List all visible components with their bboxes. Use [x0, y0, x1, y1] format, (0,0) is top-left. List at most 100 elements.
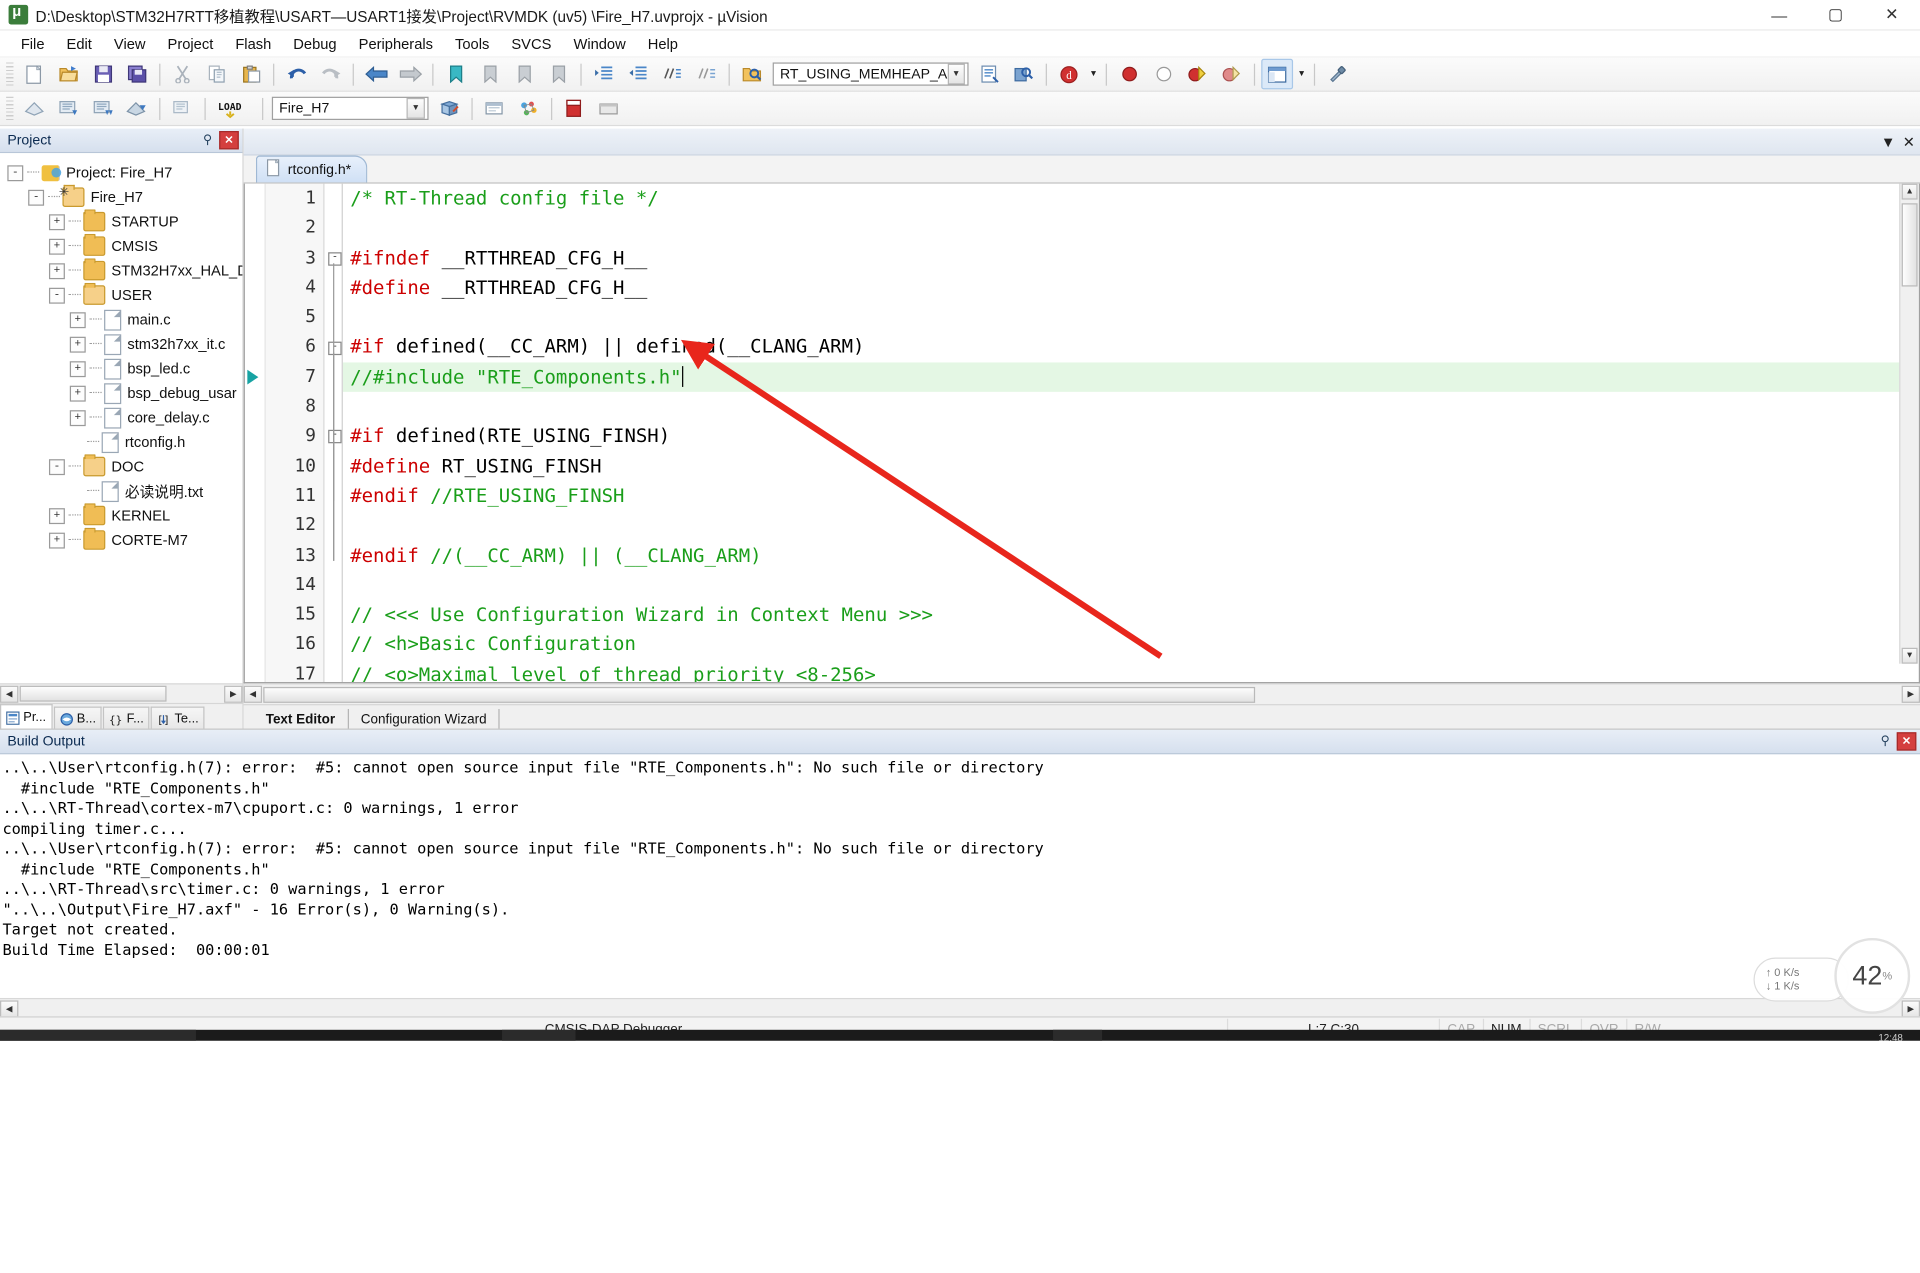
tree-item[interactable]: - DOC: [7, 454, 242, 478]
tree-item[interactable]: 必读说明.txt: [7, 479, 242, 503]
menu-file[interactable]: File: [10, 32, 56, 54]
bookmark-prev-icon[interactable]: [474, 59, 506, 90]
build-icon[interactable]: [53, 93, 85, 124]
code-line[interactable]: #define __RTTHREAD_CFG_H__: [343, 273, 1919, 303]
tree-expander[interactable]: +: [69, 385, 86, 402]
close-editor-icon[interactable]: ✕: [1903, 133, 1915, 150]
navigate-back-icon[interactable]: [360, 59, 392, 90]
menu-peripherals[interactable]: Peripherals: [348, 32, 444, 54]
code-folding-gutter[interactable]: - - -: [324, 183, 343, 683]
manage-run-env-icon[interactable]: [558, 93, 590, 124]
sidebar-tab-functions[interactable]: {} F...: [103, 706, 150, 730]
scroll-left-icon[interactable]: ◀: [0, 685, 19, 703]
chevron-down-icon[interactable]: ▼: [947, 63, 965, 85]
tree-expander[interactable]: -: [28, 189, 45, 206]
tree-expander[interactable]: +: [69, 336, 86, 353]
editor-scroll-right-icon[interactable]: ▶: [1901, 685, 1920, 703]
close-icon[interactable]: ✕: [219, 131, 239, 150]
uncomment-icon[interactable]: [691, 59, 723, 90]
undo-icon[interactable]: [280, 59, 312, 90]
cpu-usage-dial[interactable]: 42%: [1834, 937, 1911, 1014]
code-line[interactable]: #if defined(RTE_USING_FINSH): [343, 422, 1919, 452]
pack-installer-icon[interactable]: [513, 93, 545, 124]
sidebar-tab-templates[interactable]: [] Te...: [151, 706, 205, 730]
menu-edit[interactable]: Edit: [56, 32, 103, 54]
paste-icon[interactable]: [235, 59, 267, 90]
code-line[interactable]: [343, 570, 1919, 600]
navigate-forward-icon[interactable]: [394, 59, 426, 90]
code-line[interactable]: // <o>Maximal level of thread priority <…: [343, 660, 1919, 682]
fold-collapse-icon[interactable]: -: [328, 341, 342, 355]
build-scroll-left-icon[interactable]: ◀: [0, 999, 19, 1017]
editor-scroll-left-icon[interactable]: ◀: [243, 685, 263, 703]
project-hscroll-thumb[interactable]: [19, 685, 167, 702]
tree-expander[interactable]: +: [48, 238, 65, 255]
translate-icon[interactable]: [18, 93, 50, 124]
fold-collapse-icon[interactable]: -: [328, 430, 342, 444]
tree-expander[interactable]: -: [48, 458, 65, 475]
maximize-button[interactable]: ▢: [1807, 0, 1863, 29]
code-line[interactable]: #endif //(__CC_ARM) || (__CLANG_ARM): [343, 541, 1919, 571]
tree-item[interactable]: + stm32h7xx_it.c: [7, 332, 242, 356]
build-pin-icon[interactable]: ⚲: [1877, 733, 1893, 749]
find-combo[interactable]: RT_USING_MEMHEAP_AS ▼: [772, 62, 969, 86]
tree-expander[interactable]: +: [48, 532, 65, 548]
target-selector[interactable]: Fire_H7 ▼: [271, 96, 429, 121]
tree-expander[interactable]: -: [48, 287, 65, 304]
debug-dropdown-icon[interactable]: ▼: [1086, 60, 1101, 88]
save-all-icon[interactable]: [121, 59, 153, 90]
tree-expander[interactable]: +: [48, 213, 65, 230]
target-options-icon[interactable]: [433, 93, 465, 124]
tree-item[interactable]: + KERNEL: [7, 503, 242, 527]
bookmark-next-icon[interactable]: [508, 59, 540, 90]
tree-expander[interactable]: +: [69, 409, 86, 426]
kill-breakpoints-icon[interactable]: [1182, 59, 1214, 90]
fold-collapse-icon[interactable]: -: [328, 251, 342, 266]
code-text[interactable]: /* RT-Thread config file */ #ifndef __RTT…: [342, 184, 1919, 682]
code-line[interactable]: [343, 511, 1919, 541]
editor-hscroll-thumb[interactable]: [263, 686, 1256, 703]
open-file-icon[interactable]: [53, 59, 85, 90]
find-in-files-icon-2[interactable]: [1008, 59, 1040, 90]
window-layout-icon[interactable]: [1261, 58, 1294, 90]
sidebar-tab-project[interactable]: Pr...: [0, 704, 53, 730]
configure-flash-icon[interactable]: [593, 93, 625, 124]
disable-all-breakpoints-icon[interactable]: [1216, 59, 1248, 90]
bookmark-clear-icon[interactable]: [542, 59, 574, 90]
code-line[interactable]: #ifndef __RTTHREAD_CFG_H__: [343, 243, 1919, 273]
build-scroll-right-icon[interactable]: ▶: [1901, 999, 1920, 1017]
comment-icon[interactable]: [656, 59, 688, 90]
menu-tools[interactable]: Tools: [444, 32, 500, 54]
scroll-right-icon[interactable]: ▶: [224, 685, 243, 703]
menu-project[interactable]: Project: [157, 32, 225, 54]
target-chevron-down-icon[interactable]: ▼: [406, 97, 425, 119]
configure-icon[interactable]: [1321, 59, 1353, 90]
scroll-up-icon[interactable]: ▲: [1901, 183, 1918, 200]
menu-view[interactable]: View: [103, 32, 157, 54]
project-hscrollbar[interactable]: ◀ ▶: [0, 683, 243, 703]
tree-expander[interactable]: +: [69, 311, 86, 328]
editor-vscroll-thumb[interactable]: [1901, 203, 1918, 287]
code-line[interactable]: [343, 303, 1919, 333]
tree-expander[interactable]: -: [7, 164, 24, 181]
tree-item[interactable]: + core_delay.c: [7, 405, 242, 429]
build-toolbar-grip[interactable]: [6, 96, 14, 121]
indent-icon[interactable]: [588, 59, 620, 90]
tree-expander[interactable]: +: [48, 507, 65, 524]
download-icon[interactable]: LOAD: [212, 93, 256, 124]
copy-icon[interactable]: [201, 59, 233, 90]
cut-icon[interactable]: [167, 59, 199, 90]
code-line[interactable]: //#include "RTE_Components.h": [342, 362, 1919, 392]
start-debug-icon[interactable]: d: [1053, 59, 1085, 90]
tree-item[interactable]: - USER: [7, 282, 242, 307]
code-line[interactable]: #define RT_USING_FINSH: [343, 451, 1919, 481]
scroll-down-icon[interactable]: ▼: [1901, 647, 1918, 664]
tree-item[interactable]: + bsp_debug_usar: [7, 381, 242, 405]
code-line[interactable]: [343, 213, 1919, 243]
stop-build-icon[interactable]: [167, 93, 199, 124]
pin-icon[interactable]: ⚲: [200, 132, 216, 148]
menu-window[interactable]: Window: [562, 32, 636, 54]
layout-dropdown-icon[interactable]: ▼: [1294, 60, 1309, 88]
sidebar-tab-books[interactable]: B...: [53, 706, 103, 730]
tree-item[interactable]: + bsp_led.c: [7, 356, 242, 380]
